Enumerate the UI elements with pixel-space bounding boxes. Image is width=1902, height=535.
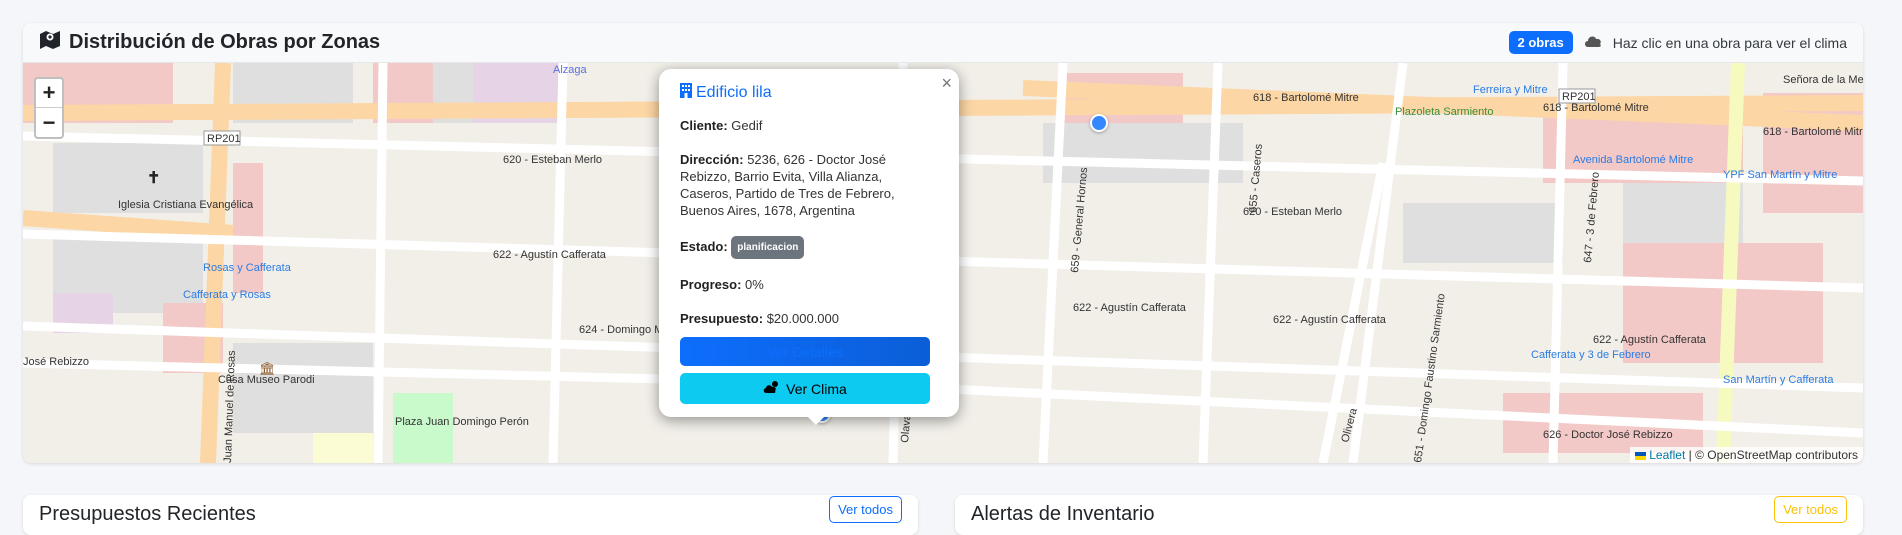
presupuesto-label: Presupuesto: [680,311,764,326]
ver-detalles-button[interactable]: Ver Detalles [680,337,930,366]
church-icon: ✝ [147,170,160,187]
label-calle-624: 624 - Domingo M [579,324,663,336]
label-rebizzo-left: José Rebizzo [23,356,89,368]
zoom-in-button[interactable]: + [36,79,62,108]
label-rp201b: RP201 [1562,91,1596,103]
label-plaza: Plaza Juan Domingo Perón [395,416,529,428]
museum-icon: 🏛 [259,361,276,376]
estado-badge: planificacion [731,236,805,259]
popup-title-text: Edificio lila [696,84,772,101]
label-merced: Señora de la Merced [1783,74,1863,86]
label-ferreira: Ferreira y Mitre [1473,84,1548,96]
ver-detalles-label: Ver Detalles [767,343,843,360]
popup-presupuesto: Presupuesto: $20.000.000 [680,310,935,327]
label-calle-620: 620 - Esteban Merlo [503,154,602,166]
label-ypf: YPF San Martín y Mitre [1723,169,1837,181]
label-cafferata-rosas: Cafferata y Rosas [183,289,271,301]
obra-popup: × Edificio lila Cliente: Gedif Dirección… [659,69,959,417]
cloud-sun-icon [763,380,781,397]
label-calle-622c: 622 - Agustín Cafferata [1273,314,1387,326]
presupuestos-title: Presupuestos Recientes [39,503,256,525]
map-attribution: Leaflet | © OpenStreetMap contributors [1629,447,1863,463]
obras-map-card: Distribución de Obras por Zonas 2 obras … [23,23,1863,463]
map-view[interactable]: 618 - Bartolomé Mitre 618 - Bartolomé Mi… [23,63,1863,463]
ver-clima-label: Ver Clima [786,380,847,397]
label-avenida: Avenida Bartolomé Mitre [1573,154,1693,166]
direccion-label: Dirección: [680,152,744,167]
popup-progreso: Progreso: 0% [680,276,935,293]
estado-label: Estado: [680,238,728,254]
label-cafferata-3: Cafferata y 3 de Febrero [1531,349,1651,361]
popup-title: Edificio lila [680,83,935,103]
progreso-value: 0% [745,277,764,292]
label-calle-622d: 622 - Agustín Cafferata [1593,334,1707,346]
label-rp201a: RP201 [207,133,241,145]
page-title: Distribución de Obras por Zonas [69,31,381,53]
zoom-control: + − [34,77,64,139]
header-right: 2 obras Haz clic en una obra para ver el… [1508,31,1847,54]
ver-clima-button[interactable]: Ver Clima [680,373,930,404]
label-alzaga: Alzaga [553,64,588,76]
label-sanmartin: San Martín y Cafferata [1723,374,1834,386]
popup-estado: Estado: planificacion [680,236,935,259]
osm-attribution: | © OpenStreetMap contributors [1688,448,1858,462]
leaflet-link[interactable]: Leaflet [1649,448,1685,462]
presupuesto-value: $20.000.000 [766,311,839,326]
cliente-label: Cliente: [680,118,728,133]
label-calle-618d: 618 - Bartolomé Mitre [1763,126,1863,138]
label-iglesia: Iglesia Cristiana Evangélica [118,199,254,211]
popup-close-button[interactable]: × [941,73,952,94]
presupuestos-card: Presupuestos Recientes Ver todos [23,495,918,535]
popup-tip [806,415,826,425]
map-hint: Haz clic en una obra para ver el clima [1612,34,1847,51]
label-calle-622a: 622 - Agustín Cafferata [493,249,607,261]
popup-direccion: Dirección: 5236, 626 - Doctor José Rebiz… [680,151,935,219]
label-calle-626: 626 - Doctor José Rebizzo [1543,429,1673,441]
building-icon [680,83,692,103]
label-calle-618b: 618 - Bartolomé Mitre [1253,92,1359,104]
cloud-icon [1583,34,1603,51]
card-header: Distribución de Obras por Zonas 2 obras … [23,23,1863,63]
ukraine-flag-icon [1634,451,1646,460]
label-rosas-cafferata: Rosas y Cafferata [203,262,292,274]
obras-count-badge: 2 obras [1508,31,1573,54]
cliente-value: Gedif [731,118,763,133]
label-calle-618c: 618 - Bartolomé Mitre [1543,102,1649,114]
popup-cliente: Cliente: Gedif [680,117,935,134]
map-icon [39,30,61,56]
alertas-title: Alertas de Inventario [971,503,1155,525]
progreso-label: Progreso: [680,277,742,292]
label-plazoleta: Plazoleta Sarmiento [1395,106,1493,118]
label-calle-622b: 622 - Agustín Cafferata [1073,302,1187,314]
obra-marker[interactable] [1090,114,1108,132]
alertas-card: Alertas de Inventario Ver todos [955,495,1863,535]
card-title: Distribución de Obras por Zonas [39,30,380,56]
zoom-out-button[interactable]: − [36,108,62,137]
